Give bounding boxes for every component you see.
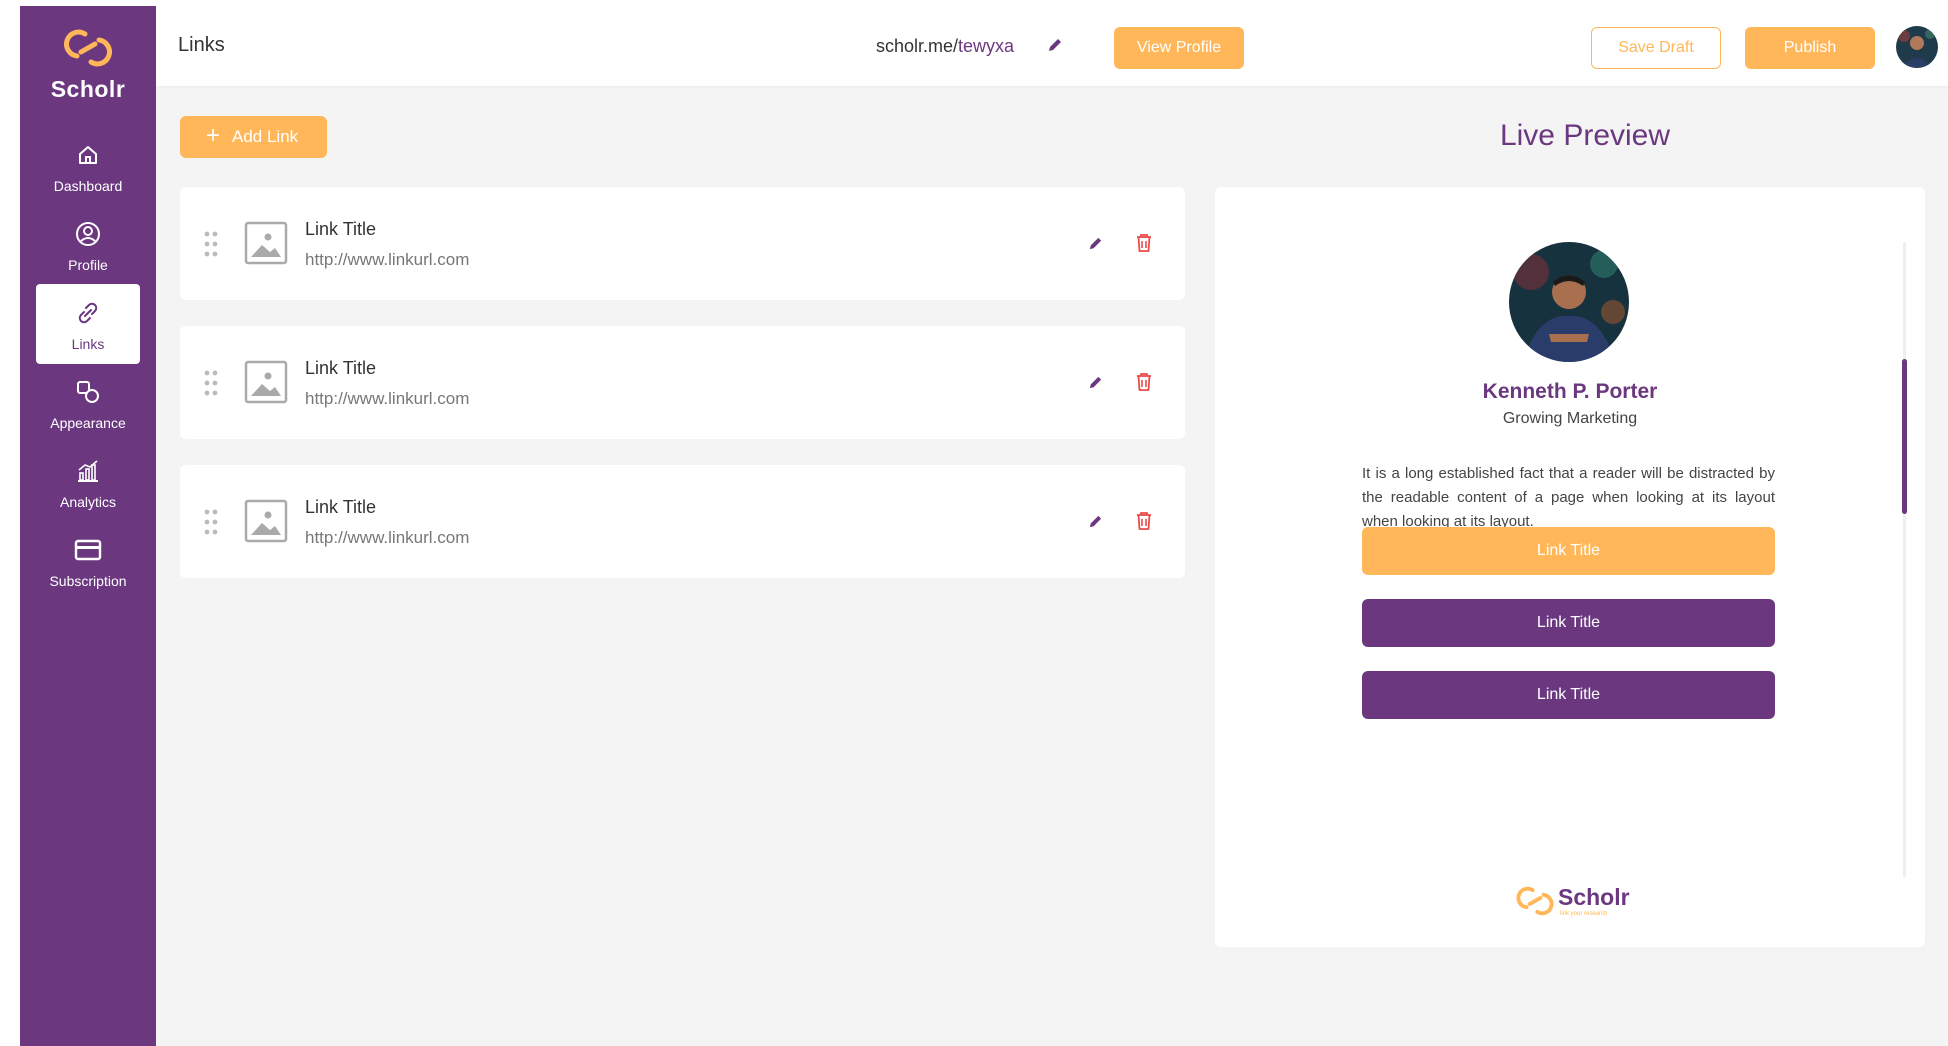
- url-prefix: scholr.me/: [876, 36, 959, 56]
- add-link-label: Add Link: [232, 127, 299, 146]
- preview-link-button[interactable]: Link Title: [1362, 599, 1775, 647]
- app-root: Scholr Dashboard Profile Links Appearanc…: [20, 6, 1948, 1046]
- image-placeholder-icon[interactable]: [244, 499, 288, 543]
- link-card[interactable]: Link Title http://www.linkurl.com: [180, 465, 1185, 578]
- drag-handle-icon[interactable]: [204, 509, 218, 535]
- sidebar-item-appearance[interactable]: Appearance: [36, 363, 140, 443]
- preview-link-button[interactable]: Link Title: [1362, 671, 1775, 719]
- home-icon: [79, 146, 97, 164]
- live-preview-panel: Kenneth P. Porter Growing Marketing It i…: [1215, 187, 1925, 947]
- sidebar-item-dashboard[interactable]: Dashboard: [36, 126, 140, 206]
- drag-handle-icon[interactable]: [204, 370, 218, 396]
- delete-trash-icon[interactable]: [1135, 372, 1153, 392]
- link-url: http://www.linkurl.com: [305, 250, 470, 269]
- sidebar-item-label: Links: [71, 336, 105, 352]
- preview-link-button[interactable]: Link Title: [1362, 527, 1775, 575]
- link-card[interactable]: Link Title http://www.linkurl.com: [180, 326, 1185, 439]
- edit-url-pencil-icon[interactable]: [1046, 36, 1064, 54]
- sidebar-item-label: Appearance: [50, 415, 126, 431]
- link-title: Link Title: [305, 219, 377, 239]
- sidebar-item-subscription[interactable]: Subscription: [36, 521, 140, 601]
- profile-name: Kenneth P. Porter: [1482, 380, 1658, 403]
- link-url: http://www.linkurl.com: [305, 389, 470, 408]
- sidebar-item-label: Profile: [68, 257, 108, 273]
- view-profile-button[interactable]: View Profile: [1114, 27, 1244, 69]
- url-slug: tewyxa: [958, 36, 1015, 56]
- edit-pencil-icon[interactable]: [1087, 513, 1104, 530]
- brand-logo[interactable]: Scholr: [20, 26, 156, 103]
- sidebar-item-links[interactable]: Links: [36, 284, 140, 364]
- avatar-image: [1896, 26, 1938, 68]
- sidebar-item-profile[interactable]: Profile: [36, 205, 140, 285]
- preview-brand-tagline: link your research: [1560, 911, 1608, 917]
- profile-bio: It is a long established fact that a rea…: [1362, 465, 1775, 530]
- scholr-logo-icon: [64, 29, 112, 67]
- edit-pencil-icon[interactable]: [1087, 374, 1104, 391]
- preview-scrollbar-track[interactable]: [1903, 242, 1906, 877]
- publish-button[interactable]: Publish: [1745, 27, 1875, 69]
- card-icon: [74, 539, 102, 561]
- drag-handle-icon[interactable]: [204, 231, 218, 257]
- link-url: http://www.linkurl.com: [305, 528, 470, 547]
- sidebar-item-label: Subscription: [49, 573, 127, 589]
- link-card[interactable]: Link Title http://www.linkurl.com: [180, 187, 1185, 300]
- profile-url[interactable]: scholr.me/tewyxa: [876, 36, 1014, 57]
- shapes-icon: [77, 381, 99, 403]
- chart-icon: [78, 460, 98, 482]
- save-draft-button[interactable]: Save Draft: [1591, 27, 1721, 69]
- plus-icon: +: [206, 122, 221, 149]
- user-avatar[interactable]: [1896, 26, 1938, 68]
- live-preview-heading: Live Preview: [1499, 119, 1671, 152]
- scholr-logo-icon: [1516, 886, 1554, 916]
- profile-photo: [1509, 242, 1629, 362]
- sidebar: Scholr Dashboard Profile Links Appearanc…: [20, 6, 156, 1046]
- link-title: Link Title: [305, 497, 377, 517]
- add-link-button[interactable]: + Add Link: [180, 116, 327, 158]
- profile-avatar: [1509, 242, 1629, 362]
- image-placeholder-icon[interactable]: [244, 360, 288, 404]
- edit-pencil-icon[interactable]: [1087, 235, 1104, 252]
- sidebar-item-analytics[interactable]: Analytics: [36, 442, 140, 522]
- profile-role: Growing Marketing: [1502, 410, 1638, 427]
- image-placeholder-icon[interactable]: [244, 221, 288, 265]
- page-title: Links: [178, 34, 225, 56]
- link-title: Link Title: [305, 358, 377, 378]
- top-bar: Links scholr.me/tewyxa View Profile Save…: [156, 6, 1948, 86]
- preview-brand-name: Scholr: [1558, 884, 1630, 910]
- brand-name: Scholr: [50, 76, 126, 102]
- sidebar-item-label: Dashboard: [53, 178, 123, 194]
- sidebar-item-label: Analytics: [59, 494, 117, 510]
- delete-trash-icon[interactable]: [1135, 511, 1153, 531]
- user-circle-icon: [76, 222, 100, 246]
- delete-trash-icon[interactable]: [1135, 233, 1153, 253]
- link-icon: [78, 302, 98, 324]
